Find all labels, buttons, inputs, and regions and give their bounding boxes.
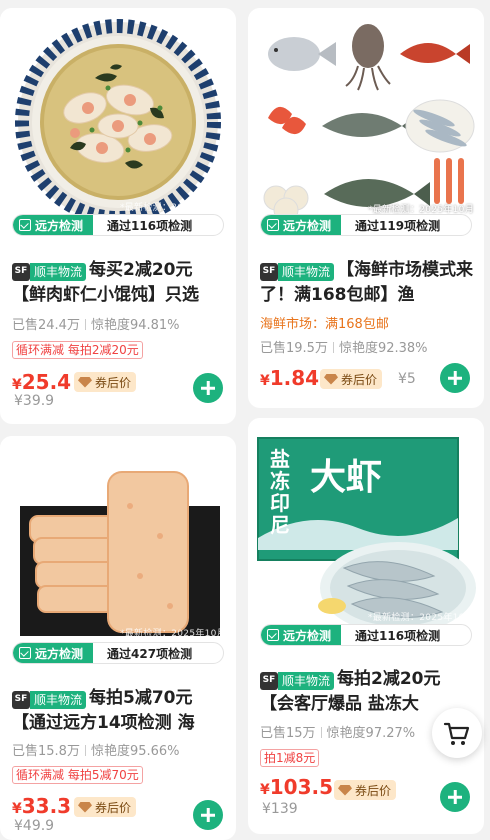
- price: ¥103.5: [260, 775, 334, 799]
- freshness-rate: 惊艳度97.27%: [326, 726, 416, 741]
- sf-logo-icon: SF: [12, 690, 30, 709]
- test-date-stamp: *最新检测：2025年10月: [119, 629, 226, 639]
- product-image-seafood[interactable]: *最新检测：2025年10月: [248, 8, 484, 240]
- inspection-badge[interactable]: 远方检测 通过116项检测: [260, 624, 472, 646]
- sf-logistics-badge: SF 顺丰物流: [12, 690, 87, 709]
- sf-logo-icon: SF: [12, 262, 30, 281]
- sold-count: 已售15.8万: [12, 744, 80, 759]
- promo-tag: 循环满减 每拍2减20元: [12, 341, 143, 359]
- product-title[interactable]: SF 顺丰物流 每买2减20元【鲜肉虾仁小馄饨】只选: [12, 258, 226, 308]
- coupon-price-tag: 券后价: [74, 372, 137, 392]
- sf-logo-icon: SF: [260, 262, 278, 281]
- check-box-icon: [267, 219, 279, 231]
- sf-logistics-badge: SF 顺丰物流: [260, 262, 335, 281]
- product-image-wonton[interactable]: *最新检测：2025年07月: [0, 8, 236, 240]
- promo-tag: 循环满减 每拍5减70元: [12, 766, 143, 784]
- sf-logistics-badge: SF 顺丰物流: [12, 262, 87, 281]
- inspection-tag: 远方检测: [283, 218, 332, 233]
- freshness-rate: 惊艳度94.81%: [90, 318, 180, 333]
- coupon-price-tag: 券后价: [74, 797, 137, 817]
- diamond-icon: [78, 801, 92, 813]
- original-price: ¥49.9: [14, 818, 55, 834]
- original-price: ¥139: [262, 801, 298, 817]
- diamond-icon: [78, 376, 92, 388]
- market-tag: 海鲜市场：满168包邮: [260, 317, 389, 332]
- inspection-tag: 远方检测: [283, 628, 332, 643]
- sales-info: 已售15万 惊艳度97.27%: [260, 722, 415, 741]
- diamond-icon: [324, 373, 338, 385]
- inspection-badge[interactable]: 远方检测 通过427项检测: [12, 642, 224, 664]
- sales-info: 已售24.4万 惊艳度94.81%: [12, 314, 180, 333]
- product-card-shrimp[interactable]: 盐冻印尼 大虾 *最新检测：2025年10月 远方检测 通过116项检测 SF 顺…: [248, 418, 484, 834]
- product-title[interactable]: SF 顺丰物流 每拍5减70元【通过远方14项检测 海: [12, 686, 226, 736]
- original-price: ¥5: [398, 371, 416, 387]
- coupon-price-tag: 券后价: [334, 780, 397, 800]
- floating-cart-button[interactable]: [432, 708, 482, 758]
- check-box-icon: [19, 219, 31, 231]
- sales-info: 已售19.5万 惊艳度92.38%: [260, 337, 428, 356]
- sold-count: 已售19.5万: [260, 341, 328, 356]
- price: ¥33.3: [12, 794, 72, 818]
- freshness-rate: 惊艳度95.66%: [90, 744, 180, 759]
- product-card-seafood[interactable]: *最新检测：2025年10月 远方检测 通过119项检测 SF 顺丰物流 【海鲜市场…: [248, 8, 484, 408]
- product-card-fish-cake[interactable]: *最新检测：2025年10月 远方检测 通过427项检测 SF 顺丰物流 每拍5减7…: [0, 436, 236, 840]
- inspection-tag: 远方检测: [35, 646, 84, 661]
- sf-logistics-badge: SF 顺丰物流: [260, 671, 335, 690]
- inspection-count: 通过116项检测: [355, 628, 441, 643]
- add-to-cart-button[interactable]: [440, 782, 470, 812]
- inspection-count: 通过427项检测: [107, 646, 193, 661]
- add-to-cart-button[interactable]: [193, 800, 223, 830]
- price: ¥25.4: [12, 370, 72, 394]
- shopping-cart-icon: [443, 722, 470, 745]
- coupon-price-tag: 券后价: [320, 369, 383, 389]
- product-image-shrimp[interactable]: 盐冻印尼 大虾 *最新检测：2025年10月: [248, 418, 484, 650]
- product-image-fish-cake[interactable]: *最新检测：2025年10月: [0, 436, 236, 668]
- inspection-count: 通过119项检测: [355, 218, 441, 233]
- product-card-wonton[interactable]: *最新检测：2025年07月 远方检测 通过116项检测 SF 顺丰物流 每买2减2…: [0, 8, 236, 424]
- test-date-stamp: *最新检测：2025年07月: [119, 203, 226, 213]
- check-box-icon: [267, 629, 279, 641]
- original-price: ¥39.9: [14, 393, 55, 409]
- sales-info: 已售15.8万 惊艳度95.66%: [12, 740, 180, 759]
- test-date-stamp: *最新检测：2025年10月: [367, 613, 474, 623]
- inspection-tag: 远方检测: [35, 218, 84, 233]
- check-box-icon: [19, 647, 31, 659]
- sf-logo-icon: SF: [260, 671, 278, 690]
- product-title[interactable]: SF 顺丰物流 【海鲜市场模式来了！满168包邮】渔: [260, 258, 474, 308]
- sold-count: 已售24.4万: [12, 318, 80, 333]
- add-to-cart-button[interactable]: [440, 363, 470, 393]
- box-label-salted: 盐冻印尼: [270, 447, 290, 537]
- sold-count: 已售15万: [260, 726, 316, 741]
- inspection-badge[interactable]: 远方检测 通过119项检测: [260, 214, 472, 236]
- diamond-icon: [338, 784, 352, 796]
- box-label-prawn: 大虾: [310, 457, 383, 498]
- price: ¥1.84: [260, 366, 320, 390]
- inspection-count: 通过116项检测: [107, 218, 193, 233]
- add-to-cart-button[interactable]: [193, 373, 223, 403]
- promo-tag: 拍1减8元: [260, 749, 320, 767]
- inspection-badge[interactable]: 远方检测 通过116项检测: [12, 214, 224, 236]
- freshness-rate: 惊艳度92.38%: [338, 341, 428, 356]
